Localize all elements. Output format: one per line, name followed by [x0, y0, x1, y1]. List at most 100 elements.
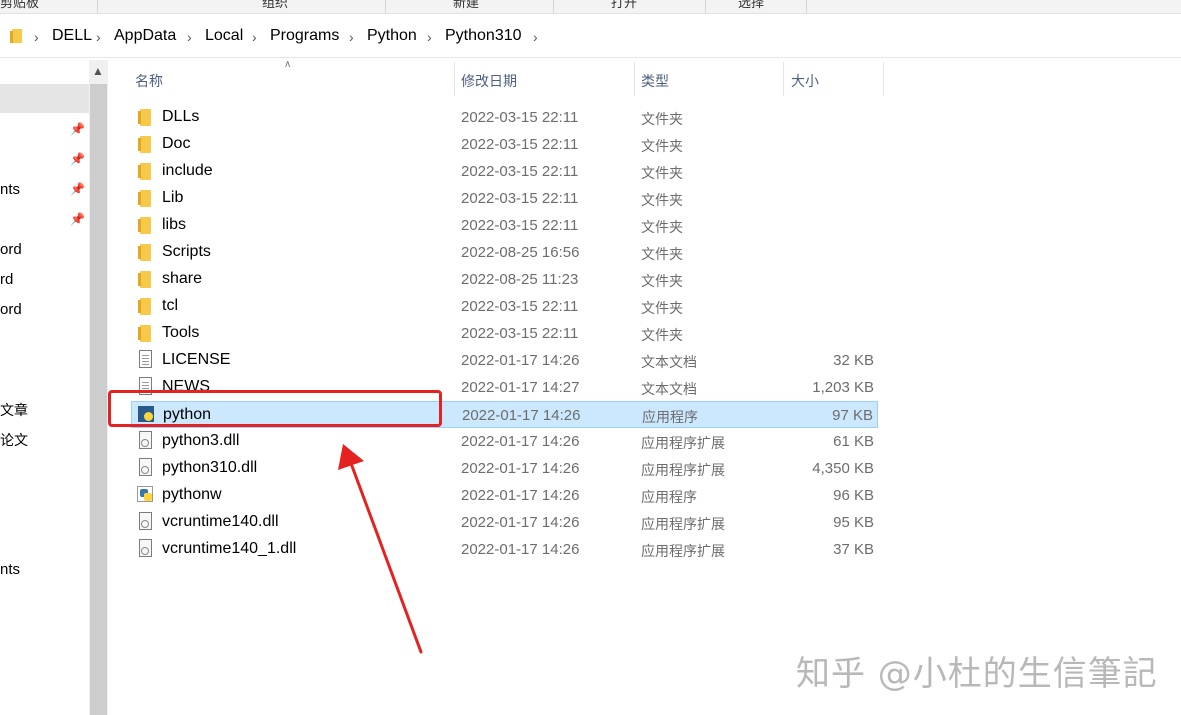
breadcrumb-programs[interactable]: Programs [270, 27, 339, 45]
chevron-right-icon[interactable]: › [533, 29, 538, 45]
pin-icon[interactable]: 📌 [70, 152, 85, 166]
file-name: Tools [162, 324, 200, 341]
file-size: 4,350 KB [812, 460, 874, 477]
ribbon-group-labels: 剪贴板 组织 新建 打开 选择 [0, 0, 1181, 14]
dll-icon [139, 539, 152, 557]
file-size: 97 KB [832, 407, 873, 424]
column-divider[interactable] [634, 62, 635, 96]
column-divider[interactable] [454, 62, 455, 96]
folder-icon [138, 298, 151, 315]
file-row[interactable]: Tools 2022-03-15 22:11 文件夹 [131, 320, 878, 347]
file-modified-date: 2022-03-15 22:11 [461, 109, 579, 126]
file-name: tcl [162, 297, 178, 314]
file-row[interactable]: share 2022-08-25 11:23 文件夹 [131, 266, 878, 293]
file-row[interactable]: Scripts 2022-08-25 16:56 文件夹 [131, 239, 878, 266]
file-modified-date: 2022-01-17 14:26 [461, 514, 580, 531]
column-divider[interactable] [883, 62, 884, 96]
file-modified-date: 2022-03-15 22:11 [461, 217, 579, 234]
file-row[interactable]: DLLs 2022-03-15 22:11 文件夹 [131, 104, 878, 131]
file-name: share [162, 270, 203, 287]
ribbon-select-label: 选择 [738, 0, 765, 11]
navigation-pane: 📌 📌 nts 📌 📌 ord rd ord 文章 论文 nts [0, 58, 89, 715]
annotation-highlight-box [108, 390, 442, 427]
column-divider[interactable] [783, 62, 784, 96]
file-modified-date: 2022-01-17 14:26 [462, 407, 581, 424]
scrollbar-thumb[interactable] [90, 84, 107, 715]
file-row[interactable]: tcl 2022-03-15 22:11 文件夹 [131, 293, 878, 320]
file-name: python310.dll [162, 459, 258, 476]
file-type: 文本文档 [641, 382, 697, 398]
chevron-right-icon[interactable]: › [96, 29, 101, 45]
chevron-right-icon[interactable]: › [349, 29, 354, 45]
file-row[interactable]: vcruntime140_1.dll 2022-01-17 14:26 应用程序扩展… [131, 536, 878, 563]
pin-icon[interactable]: 📌 [70, 212, 85, 226]
file-type: 文件夹 [641, 166, 683, 182]
pythonw-exe-icon [137, 486, 153, 502]
file-modified-date: 2022-03-15 22:11 [461, 190, 579, 207]
breadcrumb-appdata[interactable]: AppData [114, 27, 176, 45]
breadcrumb-local[interactable]: Local [205, 27, 243, 45]
column-header-name[interactable]: 名称 [135, 71, 163, 91]
file-modified-date: 2022-01-17 14:26 [461, 352, 580, 369]
ribbon-organize-label: 组织 [262, 0, 289, 11]
address-bar[interactable]: › DELL › AppData › Local › Programs › Py… [0, 17, 1181, 58]
nav-item[interactable]: ord [0, 301, 22, 318]
watermark: 知乎 @小杜的生信筆記 [796, 654, 1158, 694]
nav-item[interactable]: 文章 [0, 400, 28, 420]
column-header-size[interactable]: 大小 [791, 71, 819, 91]
file-type: 应用程序扩展 [641, 544, 725, 560]
file-name: vcruntime140.dll [162, 513, 279, 530]
file-row[interactable]: pythonw 2022-01-17 14:26 应用程序 96 KB [131, 482, 878, 509]
file-row[interactable]: vcruntime140.dll 2022-01-17 14:26 应用程序扩展 95… [131, 509, 878, 536]
file-type: 文件夹 [641, 139, 683, 155]
chevron-right-icon[interactable]: › [34, 29, 39, 45]
pin-icon[interactable]: 📌 [70, 182, 85, 196]
scroll-up-arrow-icon[interactable]: ▲ [92, 64, 104, 78]
file-modified-date: 2022-03-15 22:11 [461, 325, 579, 342]
nav-item[interactable]: rd [0, 271, 13, 288]
file-modified-date: 2022-01-17 14:26 [461, 487, 580, 504]
ribbon-clipboard-label: 剪贴板 [0, 0, 40, 11]
folder-icon [138, 163, 151, 180]
file-modified-date: 2022-08-25 11:23 [461, 271, 579, 288]
file-row[interactable]: LICENSE 2022-01-17 14:26 文本文档 32 KB [131, 347, 878, 374]
sort-ascending-icon: ∧ [284, 59, 292, 70]
file-row[interactable]: python3.dll 2022-01-17 14:26 应用程序扩展 61 KB [131, 428, 878, 455]
file-row[interactable]: libs 2022-03-15 22:11 文件夹 [131, 212, 878, 239]
file-size: 37 KB [833, 541, 874, 558]
file-name: Scripts [162, 243, 211, 260]
nav-item[interactable]: nts [0, 561, 20, 578]
breadcrumb-dell[interactable]: DELL [52, 27, 92, 45]
file-size: 32 KB [833, 352, 874, 369]
column-header-modified[interactable]: 修改日期 [461, 71, 517, 91]
folder-icon [138, 244, 151, 261]
column-header-type[interactable]: 类型 [641, 71, 669, 91]
chevron-right-icon[interactable]: › [427, 29, 432, 45]
breadcrumb-python[interactable]: Python [367, 27, 417, 45]
ribbon-divider [553, 0, 554, 13]
nav-item[interactable]: 论文 [0, 430, 28, 450]
file-modified-date: 2022-08-25 16:56 [461, 244, 580, 261]
file-row[interactable]: Lib 2022-03-15 22:11 文件夹 [131, 185, 878, 212]
folder-icon [138, 109, 151, 126]
nav-item[interactable]: nts [0, 181, 20, 198]
nav-selected-item[interactable] [0, 84, 89, 113]
file-size: 95 KB [833, 514, 874, 531]
file-row[interactable]: include 2022-03-15 22:11 文件夹 [131, 158, 878, 185]
ribbon-divider [385, 0, 386, 13]
nav-item[interactable]: ord [0, 241, 22, 258]
file-row[interactable]: python310.dll 2022-01-17 14:26 应用程序扩展 4,350… [131, 455, 878, 482]
breadcrumb-python310[interactable]: Python310 [445, 27, 522, 45]
file-type: 文件夹 [641, 328, 683, 344]
chevron-right-icon[interactable]: › [187, 29, 192, 45]
ribbon-new-label: 新建 [453, 0, 480, 11]
file-type: 应用程序 [641, 490, 697, 506]
pin-icon[interactable]: 📌 [70, 122, 85, 136]
file-row[interactable]: Doc 2022-03-15 22:11 文件夹 [131, 131, 878, 158]
ribbon-divider [97, 0, 98, 13]
chevron-right-icon[interactable]: › [252, 29, 257, 45]
nav-scrollbar[interactable]: ▲ [89, 60, 108, 715]
file-modified-date: 2022-01-17 14:27 [461, 379, 580, 396]
folder-icon [138, 271, 151, 288]
folder-icon [138, 190, 151, 207]
